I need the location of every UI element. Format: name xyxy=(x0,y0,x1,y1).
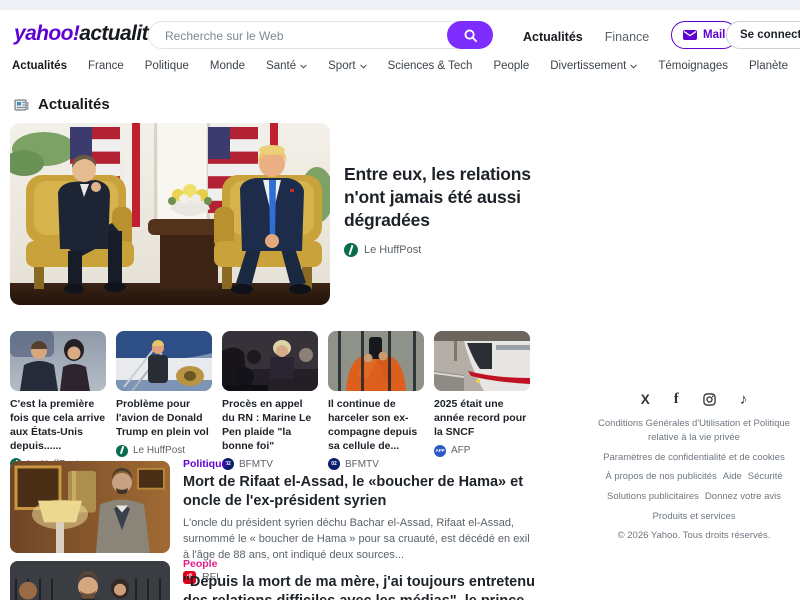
nav-item-sciences-tech[interactable]: Sciences & Tech xyxy=(388,60,473,72)
article-people-title[interactable]: "Depuis la mort de ma mère, j'ai toujour… xyxy=(183,573,535,600)
category-badge-people[interactable]: People xyxy=(183,558,535,570)
instagram-icon[interactable] xyxy=(703,393,716,406)
afp-logo-icon: AFP xyxy=(434,445,446,457)
nav-item-sport[interactable]: Sport xyxy=(328,60,367,72)
footer-copyright: © 2026 Yahoo. Tous droits réservés. xyxy=(588,530,800,541)
huffpost-logo-icon xyxy=(116,445,128,457)
news-card-3: Procès en appel du RN : Marine Le Pen pl… xyxy=(222,331,318,470)
footer-link-line-3: À propos de nos publicités Aide Sécurité xyxy=(588,470,800,484)
hero-source-row: Le HuffPost xyxy=(344,243,562,257)
newspaper-icon xyxy=(14,97,30,113)
nav-label: Monde xyxy=(210,60,245,72)
nav-item-divertissement[interactable]: Divertissement xyxy=(550,60,637,72)
logo-yahoo-text: yahoo! xyxy=(14,22,79,45)
nav-label: Témoignages xyxy=(658,60,728,72)
search-input[interactable] xyxy=(163,23,437,49)
nav-label: Planète xyxy=(749,60,788,72)
footer-link-security[interactable]: Sécurité xyxy=(748,471,783,482)
nav-label: Santé xyxy=(266,60,296,72)
x-icon[interactable]: X xyxy=(641,393,650,407)
news-card-2-image[interactable] xyxy=(116,331,212,391)
nav-label: Actualités xyxy=(12,60,67,72)
nav-item-sante[interactable]: Santé xyxy=(266,60,307,72)
news-card-2-title[interactable]: Problème pour l'avion de Donald Trump en… xyxy=(116,398,212,440)
chevron-down-icon xyxy=(360,64,367,69)
nav-label: Sport xyxy=(328,60,356,72)
footer-link-line-4: Solutions publicitaires Donnez votre avis xyxy=(588,490,800,504)
footer-link-conditions[interactable]: Conditions Générales d'Utilisation et Po… xyxy=(588,417,800,445)
news-card-3-image[interactable] xyxy=(222,331,318,391)
social-icons-row: X f ♪ xyxy=(588,392,800,407)
nav-label: People xyxy=(493,60,529,72)
card-row: C'est la première fois que cela arrive a… xyxy=(10,331,534,470)
yahoo-actualites-page: yahoo!actualités Actualités Finance Plus… xyxy=(0,0,800,600)
footer-legal-block: X f ♪ Conditions Générales d'Utilisation… xyxy=(588,392,800,541)
nav-item-actualites[interactable]: Actualités xyxy=(12,60,67,72)
facebook-icon[interactable]: f xyxy=(674,392,679,407)
news-card-5-image[interactable] xyxy=(434,331,530,391)
nav-item-monde[interactable]: Monde xyxy=(210,60,245,72)
hero-article-text: Entre eux, les relations n'ont jamais ét… xyxy=(344,163,562,257)
source-label: Le HuffPost xyxy=(133,445,185,456)
nav-label: Politique xyxy=(145,60,189,72)
header-link-finance[interactable]: Finance xyxy=(605,30,649,44)
section-header: Actualités xyxy=(14,96,110,113)
search-icon xyxy=(463,28,478,43)
footer-link-ad-solutions[interactable]: Solutions publicitaires xyxy=(607,491,699,502)
article-people: People "Depuis la mort de ma mère, j'ai … xyxy=(183,558,535,600)
news-card-5-title[interactable]: 2025 était une année record pour la SNCF xyxy=(434,398,530,440)
chevron-down-icon xyxy=(300,64,307,69)
nav-label: Divertissement xyxy=(550,60,626,72)
mail-icon xyxy=(683,30,697,40)
nav-item-france[interactable]: France xyxy=(88,60,124,72)
news-card-1: C'est la première fois que cela arrive a… xyxy=(10,331,106,470)
nav-item-planete[interactable]: Planète xyxy=(749,60,788,72)
nav-item-politique[interactable]: Politique xyxy=(145,60,189,72)
article-people-thumbnail[interactable] xyxy=(10,561,170,600)
signin-button[interactable]: Se connecter xyxy=(726,21,800,49)
news-card-4-image[interactable] xyxy=(328,331,424,391)
category-badge-politique[interactable]: Politique xyxy=(183,458,535,470)
nav-item-temoignages[interactable]: Témoignages xyxy=(658,60,728,72)
news-card-5: 2025 était une année record pour la SNCF… xyxy=(434,331,530,470)
hero-article-image[interactable] xyxy=(10,123,330,305)
search-bar[interactable] xyxy=(148,21,493,49)
news-card-5-source: AFP AFP xyxy=(434,445,530,457)
chevron-down-icon xyxy=(630,64,637,69)
article-politique-summary: L'oncle du président syrien déchu Bachar… xyxy=(183,516,535,564)
footer-link-cookies[interactable]: Paramètres de confidentialité et de cook… xyxy=(588,451,800,465)
nav-label: France xyxy=(88,60,124,72)
footer-link-products[interactable]: Produits et services xyxy=(588,510,800,524)
search-button[interactable] xyxy=(447,21,493,49)
section-title: Actualités xyxy=(38,96,110,113)
nav-label: Sciences & Tech xyxy=(388,60,473,72)
hero-article-title[interactable]: Entre eux, les relations n'ont jamais ét… xyxy=(344,163,562,231)
footer-link-feedback[interactable]: Donnez votre avis xyxy=(705,491,781,502)
news-card-1-image[interactable] xyxy=(10,331,106,391)
nav-item-people[interactable]: People xyxy=(493,60,529,72)
news-card-4-title[interactable]: Il continue de harceler son ex-compagne … xyxy=(328,398,424,453)
hero-source-label: Le HuffPost xyxy=(364,244,421,256)
footer-link-ads[interactable]: À propos de nos publicités xyxy=(605,471,716,482)
news-card-2: Problème pour l'avion de Donald Trump en… xyxy=(116,331,212,470)
tiktok-icon[interactable]: ♪ xyxy=(740,392,748,407)
news-card-1-title[interactable]: C'est la première fois que cela arrive a… xyxy=(10,398,106,453)
top-strip xyxy=(0,0,800,10)
news-card-4: Il continue de harceler son ex-compagne … xyxy=(328,331,424,470)
header-link-actualites[interactable]: Actualités xyxy=(523,30,583,44)
huffpost-logo-icon xyxy=(344,243,358,257)
footer-link-help[interactable]: Aide xyxy=(723,471,742,482)
article-politique-thumbnail[interactable] xyxy=(10,461,170,553)
source-label: AFP xyxy=(451,445,470,456)
signin-label: Se connecter xyxy=(740,29,800,41)
yahoo-actualites-logo[interactable]: yahoo!actualités xyxy=(14,22,170,46)
mail-label: Mail xyxy=(703,29,725,41)
article-politique-title[interactable]: Mort de Rifaat el-Assad, le «boucher de … xyxy=(183,473,535,511)
main-nav: Actualités France Politique Monde Santé … xyxy=(12,60,798,72)
news-card-2-source: Le HuffPost xyxy=(116,445,212,457)
news-card-3-title[interactable]: Procès en appel du RN : Marine Le Pen pl… xyxy=(222,398,318,453)
